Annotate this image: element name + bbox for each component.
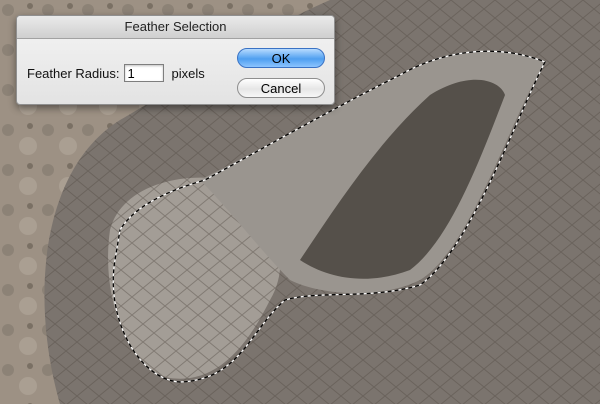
feather-radius-input[interactable] bbox=[123, 64, 164, 82]
feather-radius-label: Feather Radius: bbox=[27, 65, 120, 81]
feather-radius-row: Feather Radius: pixels bbox=[27, 64, 205, 82]
feather-selection-dialog: Feather Selection Feather Radius: pixels… bbox=[16, 15, 335, 105]
ok-button[interactable]: OK bbox=[237, 48, 325, 68]
cancel-button[interactable]: Cancel bbox=[237, 78, 325, 98]
unit-label: pixels bbox=[171, 65, 205, 81]
dialog-title: Feather Selection bbox=[17, 16, 334, 39]
